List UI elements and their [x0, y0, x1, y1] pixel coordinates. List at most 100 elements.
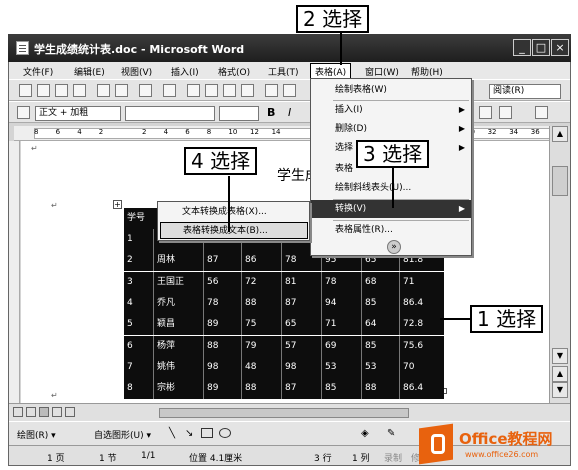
italic-button[interactable]: I [288, 106, 291, 119]
table-cell[interactable]: 78 [204, 295, 218, 312]
table-cell[interactable]: 78 [322, 274, 336, 291]
font-select[interactable] [125, 106, 215, 121]
scroll-down-button[interactable]: ▼ [552, 348, 568, 364]
convert-item[interactable]: 转换(V) ▶ [311, 200, 471, 218]
table-header-row[interactable]: 学号 [124, 208, 158, 229]
table-row[interactable]: 6 杨萍 88 79 57 69 85 75.6 [124, 335, 444, 357]
table-cell[interactable]: 89 [204, 380, 218, 397]
table-cell[interactable]: 87 [282, 380, 296, 397]
table-cell[interactable]: 85 [362, 338, 376, 355]
table-cell[interactable]: 68 [362, 274, 376, 291]
table-cell[interactable]: 70 [400, 359, 414, 376]
table-cell[interactable]: 48 [242, 359, 256, 376]
status-rec[interactable]: 录制 [384, 451, 402, 464]
table-cell[interactable]: 98 [282, 359, 296, 376]
table-cell[interactable]: 85 [362, 295, 376, 312]
table-row[interactable]: 3 王国正 56 72 81 78 68 71 [124, 271, 444, 293]
minimize-button[interactable]: _ [513, 39, 531, 56]
menu-help[interactable]: 帮助(H) [411, 65, 443, 78]
maximize-button[interactable]: □ [532, 39, 550, 56]
table-cell[interactable]: 88 [362, 380, 376, 397]
table-cell[interactable]: 88 [204, 338, 218, 355]
table-cell[interactable]: 87 [282, 295, 296, 312]
delete-item[interactable]: 删除(D) ▶ [311, 120, 471, 138]
table-cell[interactable]: 72 [242, 274, 256, 291]
table-cell[interactable]: 56 [204, 274, 218, 291]
table-cell[interactable]: 8 [124, 380, 133, 397]
table-cell[interactable]: 颖昌 [154, 316, 175, 333]
print-view-icon[interactable] [39, 407, 49, 417]
table-cell[interactable]: 乔凡 [154, 295, 175, 312]
diagonal-header-item[interactable]: 绘制斜线表头(U)... [311, 179, 471, 197]
align-icon[interactable] [479, 106, 492, 119]
table-cell[interactable]: 周林 [154, 252, 175, 269]
arrow-icon[interactable]: ↘ [185, 428, 193, 439]
save-icon[interactable] [55, 84, 68, 97]
text-to-table-item[interactable]: 文本转换成表格(X)... [160, 204, 308, 221]
table-cell[interactable]: 86.4 [400, 295, 423, 312]
table-cell[interactable]: 65 [282, 316, 296, 333]
undo-icon[interactable] [265, 84, 278, 97]
web-view-icon[interactable] [26, 407, 36, 417]
table-cell[interactable]: 81 [282, 274, 296, 291]
open-icon[interactable] [37, 84, 50, 97]
spelling-icon[interactable] [139, 84, 152, 97]
table-to-text-item[interactable]: 表格转换成文本(B)... [160, 222, 308, 239]
menu-file[interactable]: 文件(F) [23, 65, 53, 78]
table-cell[interactable]: 57 [282, 338, 296, 355]
table-row[interactable]: 5 颖昌 89 75 65 71 64 72.8 [124, 314, 444, 336]
table-cell[interactable]: 2 [124, 252, 133, 269]
table-cell[interactable]: 71 [322, 316, 336, 333]
read-button[interactable]: 阅读(R) [489, 84, 561, 99]
table-cell[interactable]: 86 [242, 252, 256, 269]
table-cell[interactable]: 53 [322, 359, 336, 376]
prev-page-button[interactable]: ▲ [552, 366, 568, 382]
table-cell[interactable]: 75 [242, 316, 256, 333]
horizontal-scroll-thumb[interactable] [159, 408, 409, 418]
table-row[interactable]: 8 宗彬 89 88 87 85 88 86.4 [124, 378, 444, 400]
table-cell[interactable]: 87 [204, 252, 218, 269]
table-cell[interactable]: 宗彬 [154, 380, 175, 397]
scroll-up-button[interactable]: ▲ [552, 126, 568, 142]
style-select[interactable]: 正文 + 加粗 [35, 106, 121, 121]
normal-view-icon[interactable] [13, 407, 23, 417]
font-color-icon[interactable] [535, 106, 548, 119]
table-cell[interactable]: 72.8 [400, 316, 423, 333]
table-cell[interactable]: 王国正 [154, 274, 184, 291]
horizontal-ruler[interactable] [14, 126, 570, 141]
table-properties-item[interactable]: 表格属性(R)... [311, 221, 471, 239]
format-painter-icon[interactable] [241, 84, 254, 97]
table-cell[interactable]: 88 [242, 380, 256, 397]
table-cell[interactable]: 94 [322, 295, 336, 312]
table-cell[interactable]: 78 [282, 252, 296, 269]
table-row[interactable]: 7 姚伟 98 48 98 53 53 70 [124, 356, 444, 378]
menu-tools[interactable]: 工具(T) [268, 65, 299, 78]
fill-color-icon[interactable]: ◈ [361, 428, 369, 439]
table-cell[interactable]: 53 [362, 359, 376, 376]
table-cell[interactable]: 79 [242, 338, 256, 355]
menu-format[interactable]: 格式(O) [218, 65, 250, 78]
expand-menu-icon[interactable]: » [387, 240, 401, 254]
paste-icon[interactable] [223, 84, 236, 97]
table-cell[interactable]: 85 [322, 380, 336, 397]
border-icon[interactable] [499, 106, 512, 119]
close-button[interactable]: × [551, 39, 569, 56]
table-move-handle[interactable]: + [113, 200, 122, 209]
table-cell[interactable]: 3 [124, 274, 133, 291]
table-cell[interactable]: 1 [124, 231, 133, 248]
table-cell[interactable]: 71 [400, 274, 414, 291]
menu-window[interactable]: 窗口(W) [365, 65, 399, 78]
table-cell[interactable]: 69 [322, 338, 336, 355]
cut-icon[interactable] [187, 84, 200, 97]
reading-view-icon[interactable] [65, 407, 75, 417]
styles-icon[interactable] [17, 106, 30, 119]
rectangle-icon[interactable] [201, 428, 213, 438]
draw-menu[interactable]: 绘图(R) ▾ [17, 428, 56, 441]
table-cell[interactable]: 75.6 [400, 338, 423, 355]
permission-icon[interactable] [73, 84, 86, 97]
horizontal-scrollbar[interactable] [9, 403, 570, 421]
menu-edit[interactable]: 编辑(E) [74, 65, 105, 78]
next-page-button[interactable]: ▼ [552, 382, 568, 398]
new-icon[interactable] [19, 84, 32, 97]
bold-button[interactable]: B [267, 106, 275, 119]
